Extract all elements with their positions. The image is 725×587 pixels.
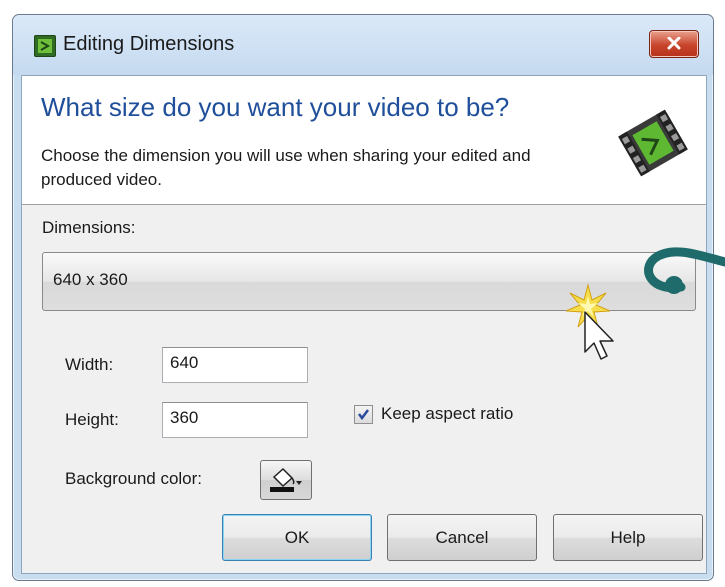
film-icon xyxy=(34,35,56,57)
camtasia-film-icon xyxy=(618,109,688,177)
checkmark-icon xyxy=(358,409,369,421)
header-panel: What size do you want your video to be? … xyxy=(22,76,706,205)
window-title: Editing Dimensions xyxy=(63,33,235,55)
ok-button[interactable]: OK xyxy=(222,514,372,561)
dimensions-label: Dimensions: xyxy=(42,218,136,237)
dimensions-selected-value: 640 x 360 xyxy=(53,270,128,289)
height-input[interactable] xyxy=(163,403,300,433)
description-text: Choose the dimension you will use when s… xyxy=(41,146,531,189)
dialog-window: Editing Dimensions What size do you want… xyxy=(12,14,714,581)
width-label: Width: xyxy=(65,355,114,374)
width-input[interactable] xyxy=(163,348,300,378)
dialog-body: What size do you want your video to be? … xyxy=(21,75,707,574)
keep-aspect-ratio-label: Keep aspect ratio xyxy=(381,404,514,423)
background-color-label: Background color: xyxy=(65,469,203,488)
background-color-button[interactable] xyxy=(260,460,312,500)
close-icon xyxy=(667,37,681,50)
help-button[interactable]: Help xyxy=(553,514,703,561)
height-label: Height: xyxy=(65,410,119,429)
width-field[interactable] xyxy=(162,347,308,383)
cancel-button[interactable]: Cancel xyxy=(387,514,537,561)
dimensions-dropdown[interactable]: 640 x 360 xyxy=(42,252,696,311)
close-button[interactable] xyxy=(649,30,699,58)
page-title: What size do you want your video to be? xyxy=(41,92,510,122)
paint-bucket-icon xyxy=(270,467,302,492)
height-field[interactable] xyxy=(162,402,308,438)
keep-aspect-ratio-checkbox[interactable] xyxy=(354,405,373,424)
title-bar: Editing Dimensions xyxy=(13,15,713,75)
chevron-down-icon xyxy=(672,280,682,286)
